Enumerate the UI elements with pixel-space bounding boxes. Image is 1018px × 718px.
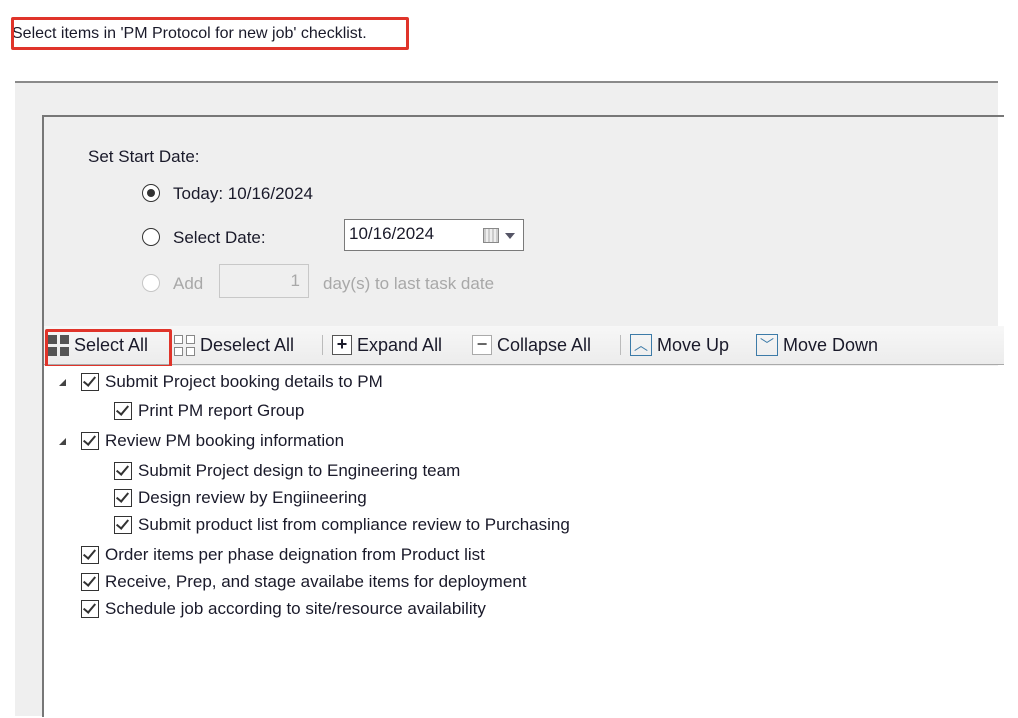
deselect-all-icon xyxy=(174,334,195,356)
tree-item[interactable]: Submit Project booking details to PM xyxy=(59,370,383,394)
tree-item[interactable]: Schedule job according to site/resource … xyxy=(81,597,486,621)
highlight-box xyxy=(45,329,172,368)
tree-item[interactable]: Submit product list from compliance revi… xyxy=(114,513,570,537)
move-up-label: Move Up xyxy=(657,334,730,355)
tree-item-label: Submit product list from compliance revi… xyxy=(138,515,570,534)
tree-item[interactable]: Print PM report Group xyxy=(114,399,304,423)
minus-icon: − xyxy=(472,335,492,355)
separator xyxy=(620,335,621,355)
checkbox[interactable] xyxy=(114,402,132,420)
dialog-panel: Set Start Date: Today: 10/16/2024 Select… xyxy=(15,81,1004,718)
toolbar: Select All Deselect All + Expand All − C… xyxy=(44,326,1004,368)
tree-item-label: Submit Project design to Engineering tea… xyxy=(138,461,461,480)
collapse-all-button[interactable]: − Collapse All xyxy=(472,332,591,358)
chevron-down-icon: ﹀ xyxy=(756,334,778,356)
tree-item-label: Print PM report Group xyxy=(138,401,305,420)
tree-item-label: Order items per phase deignation from Pr… xyxy=(105,545,485,564)
tree-item[interactable]: Order items per phase deignation from Pr… xyxy=(81,543,485,567)
date-value: 10/16/2024 xyxy=(349,224,435,243)
tree-item-label: Receive, Prep, and stage availabe items … xyxy=(105,572,527,591)
instruction-text: Select items in 'PM Protocol for new job… xyxy=(12,25,367,42)
calendar-icon[interactable] xyxy=(483,228,499,243)
today-radio[interactable] xyxy=(142,184,160,202)
tree-item-label: Design review by Engiineering xyxy=(138,488,367,507)
expand-all-button[interactable]: + Expand All xyxy=(332,332,442,358)
tree-item-label: Submit Project booking details to PM xyxy=(105,372,383,391)
tree-item-label: Schedule job according to site/resource … xyxy=(105,599,486,618)
set-start-date-label: Set Start Date: xyxy=(88,147,200,166)
add-days-suffix: day(s) to last task date xyxy=(323,274,495,293)
checkbox[interactable] xyxy=(81,546,99,564)
add-days-radio xyxy=(142,274,160,292)
expand-triangle-icon[interactable] xyxy=(59,379,66,386)
move-up-button[interactable]: ︿ Move Up xyxy=(630,332,729,358)
select-date-radio[interactable] xyxy=(142,228,160,246)
select-all-button[interactable]: Select All xyxy=(45,329,172,368)
deselect-all-label: Deselect All xyxy=(200,334,295,355)
instruction-banner: Select items in 'PM Protocol for new job… xyxy=(11,17,409,50)
move-down-label: Move Down xyxy=(783,334,879,355)
add-label: Add xyxy=(173,274,204,293)
tree-item[interactable]: Submit Project design to Engineering tea… xyxy=(114,459,460,483)
chevron-down-icon[interactable] xyxy=(505,233,515,239)
expand-triangle-icon[interactable] xyxy=(59,438,66,445)
separator xyxy=(322,335,323,355)
checkbox[interactable] xyxy=(114,516,132,534)
tree-item-label: Review PM booking information xyxy=(105,431,345,450)
checkbox[interactable] xyxy=(81,432,99,450)
plus-icon: + xyxy=(332,335,352,355)
select-date-label: Select Date: xyxy=(173,228,266,247)
add-days-input: 1 xyxy=(219,264,309,298)
checklist-group: Set Start Date: Today: 10/16/2024 Select… xyxy=(42,115,1004,718)
checkbox[interactable] xyxy=(81,373,99,391)
tree-item[interactable]: Review PM booking information xyxy=(59,429,345,453)
checkbox[interactable] xyxy=(114,489,132,507)
expand-all-label: Expand All xyxy=(357,334,443,355)
today-label: Today: 10/16/2024 xyxy=(173,184,313,203)
move-down-button[interactable]: ﹀ Move Down xyxy=(756,332,878,358)
chevron-up-icon: ︿ xyxy=(630,334,652,356)
deselect-all-button[interactable]: Deselect All xyxy=(174,332,294,358)
checkbox[interactable] xyxy=(81,600,99,618)
checkbox[interactable] xyxy=(81,573,99,591)
date-picker[interactable]: 10/16/2024 xyxy=(344,219,524,251)
tree-item[interactable]: Design review by Engiineering xyxy=(114,486,367,510)
checklist-tree: Submit Project booking details to PM Prin… xyxy=(44,366,1004,718)
tree-item[interactable]: Receive, Prep, and stage availabe items … xyxy=(81,570,526,594)
collapse-all-label: Collapse All xyxy=(497,334,592,355)
checkbox[interactable] xyxy=(114,462,132,480)
